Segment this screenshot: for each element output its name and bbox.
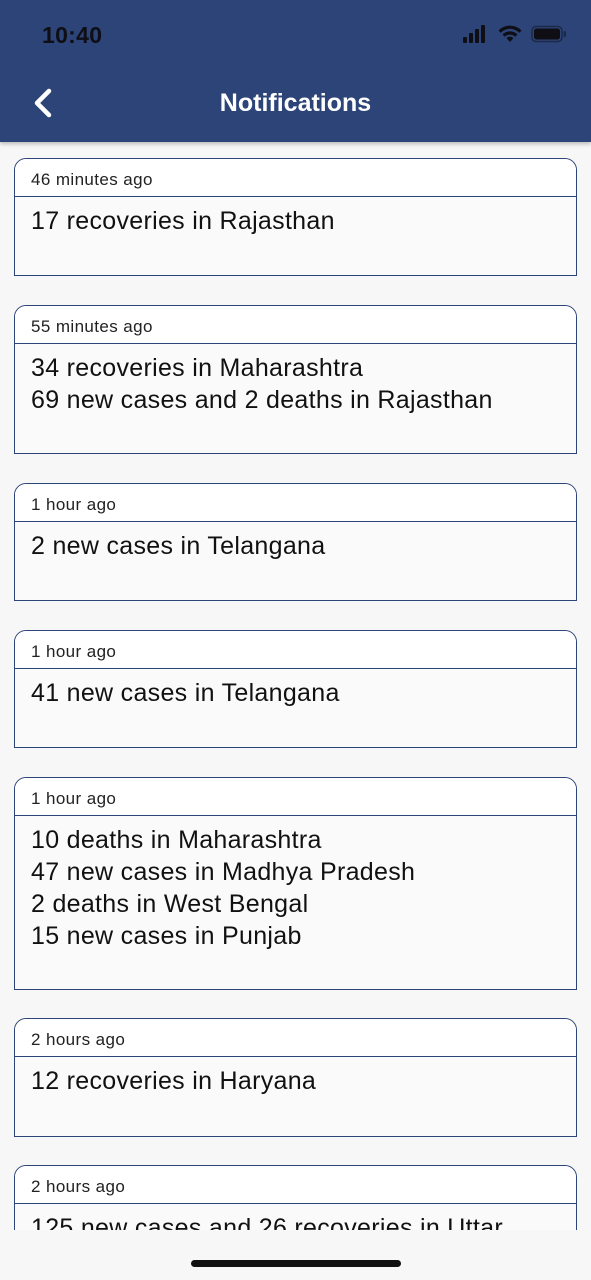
- notification-line: 34 recoveries in Maharashtra: [31, 354, 364, 382]
- status-icons: [463, 25, 567, 43]
- notification-line: 12 recoveries in Haryana: [31, 1067, 317, 1095]
- notification-body: 125 new cases and 26 recoveries in Uttar: [15, 1204, 576, 1230]
- notification-line: 2 deaths in West Bengal: [31, 890, 309, 918]
- notification-line: 41 new cases in Telangana: [31, 679, 340, 707]
- notification-line: 69 new cases and 2 deaths in Rajasthan: [31, 386, 493, 414]
- notification-time: 2 hours ago: [15, 1166, 576, 1204]
- notification-line: 2 new cases in Telangana: [31, 532, 326, 560]
- notification-time: 46 minutes ago: [15, 159, 576, 197]
- notification-body: 10 deaths in Maharashtra 47 new cases in…: [15, 816, 576, 952]
- notification-line: 47 new cases in Madhya Pradesh: [31, 858, 416, 886]
- notification-card[interactable]: 1 hour ago 2 new cases in Telangana: [14, 483, 577, 601]
- notification-time: 1 hour ago: [15, 631, 576, 669]
- notification-body: 2 new cases in Telangana: [15, 522, 576, 562]
- notification-body: 17 recoveries in Rajasthan: [15, 197, 576, 237]
- notification-time: 1 hour ago: [15, 484, 576, 522]
- notification-card[interactable]: 2 hours ago 12 recoveries in Haryana: [14, 1018, 577, 1137]
- app-header: 10:40 Notifications: [0, 0, 591, 142]
- notification-line: 17 recoveries in Rajasthan: [31, 207, 335, 235]
- notification-body: 34 recoveries in Maharashtra 69 new case…: [15, 344, 576, 416]
- notification-line: 15 new cases in Punjab: [31, 922, 302, 950]
- notification-card[interactable]: 46 minutes ago 17 recoveries in Rajastha…: [14, 158, 577, 276]
- page-title: Notifications: [219, 89, 372, 117]
- notification-line: 125 new cases and 26 recoveries in Uttar: [31, 1214, 503, 1230]
- notification-card[interactable]: 1 hour ago 10 deaths in Maharashtra 47 n…: [14, 777, 577, 990]
- notification-time: 2 hours ago: [15, 1019, 576, 1057]
- notification-card[interactable]: 55 minutes ago 34 recoveries in Maharash…: [14, 305, 577, 454]
- notification-line: 10 deaths in Maharashtra: [31, 826, 322, 854]
- notification-time: 55 minutes ago: [15, 306, 576, 344]
- home-indicator[interactable]: [191, 1260, 401, 1267]
- notification-body: 12 recoveries in Haryana: [15, 1057, 576, 1097]
- notification-body: 41 new cases in Telangana: [15, 669, 576, 709]
- notification-card[interactable]: 1 hour ago 41 new cases in Telangana: [14, 630, 577, 748]
- notification-card[interactable]: 2 hours ago 125 new cases and 26 recover…: [14, 1165, 577, 1230]
- status-time: 10:40: [42, 22, 103, 48]
- wifi-icon: [498, 25, 522, 42]
- cellular-signal-icon: [463, 25, 485, 43]
- notification-list[interactable]: 46 minutes ago 17 recoveries in Rajastha…: [0, 142, 591, 1230]
- battery-icon: [531, 25, 566, 43]
- notification-time: 1 hour ago: [15, 778, 576, 816]
